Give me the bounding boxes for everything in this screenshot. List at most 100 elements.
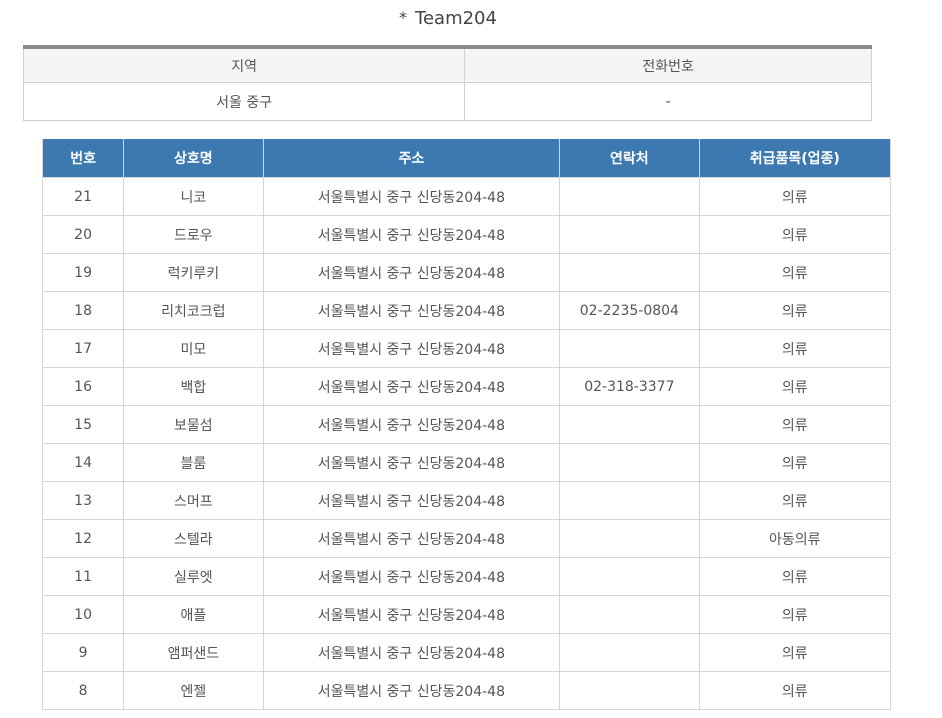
cell-address: 서울특별시 중구 신당동204-48 <box>262 519 561 558</box>
cell-contact <box>559 253 700 292</box>
cell-number: 8 <box>41 671 125 710</box>
cell-name: 스머프 <box>123 481 264 520</box>
cell-name: 미모 <box>123 329 264 368</box>
cell-contact <box>559 481 700 520</box>
cell-items: 의류 <box>698 633 892 672</box>
cell-contact <box>559 443 700 482</box>
column-header-number: 번호 <box>41 139 125 178</box>
table-row: 19 럭키루키 서울특별시 중구 신당동204-48 의류 <box>41 253 892 292</box>
cell-name: 보물섬 <box>123 405 264 444</box>
table-row: 18 리치코크럽 서울특별시 중구 신당동204-48 02-2235-0804… <box>41 291 892 330</box>
cell-address: 서울특별시 중구 신당동204-48 <box>262 177 561 216</box>
cell-items: 의류 <box>698 405 892 444</box>
table-row: 15 보물섬 서울특별시 중구 신당동204-48 의류 <box>41 405 892 444</box>
cell-contact: 02-2235-0804 <box>559 291 700 330</box>
cell-items: 의류 <box>698 367 892 406</box>
cell-address: 서울특별시 중구 신당동204-48 <box>262 595 561 634</box>
cell-name: 엔젤 <box>123 671 264 710</box>
cell-name: 블룸 <box>123 443 264 482</box>
column-header-name: 상호명 <box>123 139 264 178</box>
cell-address: 서울특별시 중구 신당동204-48 <box>262 671 561 710</box>
store-table-body: 21 니코 서울특별시 중구 신당동204-48 의류 20 드로우 서울특별시… <box>41 177 892 710</box>
table-row: 14 블룸 서울특별시 중구 신당동204-48 의류 <box>41 443 892 482</box>
cell-address: 서울특별시 중구 신당동204-48 <box>262 329 561 368</box>
cell-items: 의류 <box>698 481 892 520</box>
cell-address: 서울특별시 중구 신당동204-48 <box>262 633 561 672</box>
store-header-row: 번호 상호명 주소 연락처 취급품목(업종) <box>41 139 892 178</box>
cell-number: 15 <box>41 405 125 444</box>
info-header-phone: 전화번호 <box>464 46 872 83</box>
column-header-contact: 연락처 <box>559 139 700 178</box>
cell-number: 11 <box>41 557 125 596</box>
cell-address: 서울특별시 중구 신당동204-48 <box>262 557 561 596</box>
cell-number: 19 <box>41 253 125 292</box>
cell-number: 14 <box>41 443 125 482</box>
cell-address: 서울특별시 중구 신당동204-48 <box>262 405 561 444</box>
table-row: 20 드로우 서울특별시 중구 신당동204-48 의류 <box>41 215 892 254</box>
cell-items: 의류 <box>698 671 892 710</box>
table-row: 9 앰퍼샌드 서울특별시 중구 신당동204-48 의류 <box>41 633 892 672</box>
cell-name: 실루엣 <box>123 557 264 596</box>
column-header-address: 주소 <box>262 139 561 178</box>
info-header-row: 지역 전화번호 <box>22 46 872 83</box>
cell-name: 백합 <box>123 367 264 406</box>
cell-items: 의류 <box>698 291 892 330</box>
title-text: Team204 <box>415 8 497 29</box>
cell-contact <box>559 215 700 254</box>
title-bullet: * <box>399 8 408 27</box>
cell-address: 서울특별시 중구 신당동204-48 <box>262 367 561 406</box>
cell-address: 서울특별시 중구 신당동204-48 <box>262 443 561 482</box>
cell-name: 애플 <box>123 595 264 634</box>
cell-number: 16 <box>41 367 125 406</box>
cell-number: 20 <box>41 215 125 254</box>
cell-contact <box>559 595 700 634</box>
cell-items: 의류 <box>698 443 892 482</box>
table-row: 12 스텔라 서울특별시 중구 신당동204-48 아동의류 <box>41 519 892 558</box>
column-header-items: 취급품목(업종) <box>698 139 892 178</box>
cell-items: 의류 <box>698 595 892 634</box>
table-row: 16 백합 서울특별시 중구 신당동204-48 02-318-3377 의류 <box>41 367 892 406</box>
page-title: * Team204 <box>0 8 896 29</box>
cell-contact <box>559 519 700 558</box>
cell-address: 서울특별시 중구 신당동204-48 <box>262 253 561 292</box>
cell-contact <box>559 671 700 710</box>
info-value-region: 서울 중구 <box>22 82 466 121</box>
cell-number: 18 <box>41 291 125 330</box>
cell-items: 의류 <box>698 253 892 292</box>
info-value-row: 서울 중구 - <box>22 82 872 121</box>
cell-contact <box>559 177 700 216</box>
cell-items: 의류 <box>698 557 892 596</box>
cell-items: 아동의류 <box>698 519 892 558</box>
cell-contact <box>559 557 700 596</box>
cell-address: 서울특별시 중구 신당동204-48 <box>262 481 561 520</box>
table-row: 8 엔젤 서울특별시 중구 신당동204-48 의류 <box>41 671 892 710</box>
cell-name: 럭키루키 <box>123 253 264 292</box>
table-row: 17 미모 서울특별시 중구 신당동204-48 의류 <box>41 329 892 368</box>
table-row: 10 애플 서울특별시 중구 신당동204-48 의류 <box>41 595 892 634</box>
info-value-phone: - <box>464 82 872 121</box>
cell-contact: 02-318-3377 <box>559 367 700 406</box>
cell-items: 의류 <box>698 215 892 254</box>
cell-items: 의류 <box>698 329 892 368</box>
cell-address: 서울특별시 중구 신당동204-48 <box>262 291 561 330</box>
cell-contact <box>559 405 700 444</box>
cell-name: 니코 <box>123 177 264 216</box>
cell-name: 스텔라 <box>123 519 264 558</box>
cell-number: 21 <box>41 177 125 216</box>
table-row: 21 니코 서울특별시 중구 신당동204-48 의류 <box>41 177 892 216</box>
info-header-region: 지역 <box>22 46 466 83</box>
cell-name: 리치코크럽 <box>123 291 264 330</box>
table-row: 11 실루엣 서울특별시 중구 신당동204-48 의류 <box>41 557 892 596</box>
table-row: 13 스머프 서울특별시 중구 신당동204-48 의류 <box>41 481 892 520</box>
cell-items: 의류 <box>698 177 892 216</box>
cell-address: 서울특별시 중구 신당동204-48 <box>262 215 561 254</box>
cell-number: 17 <box>41 329 125 368</box>
info-table: 지역 전화번호 서울 중구 - <box>22 45 872 121</box>
cell-number: 12 <box>41 519 125 558</box>
store-table: 번호 상호명 주소 연락처 취급품목(업종) 21 니코 서울특별시 중구 신당… <box>41 139 892 710</box>
cell-number: 10 <box>41 595 125 634</box>
cell-number: 13 <box>41 481 125 520</box>
cell-contact <box>559 633 700 672</box>
cell-name: 드로우 <box>123 215 264 254</box>
cell-name: 앰퍼샌드 <box>123 633 264 672</box>
